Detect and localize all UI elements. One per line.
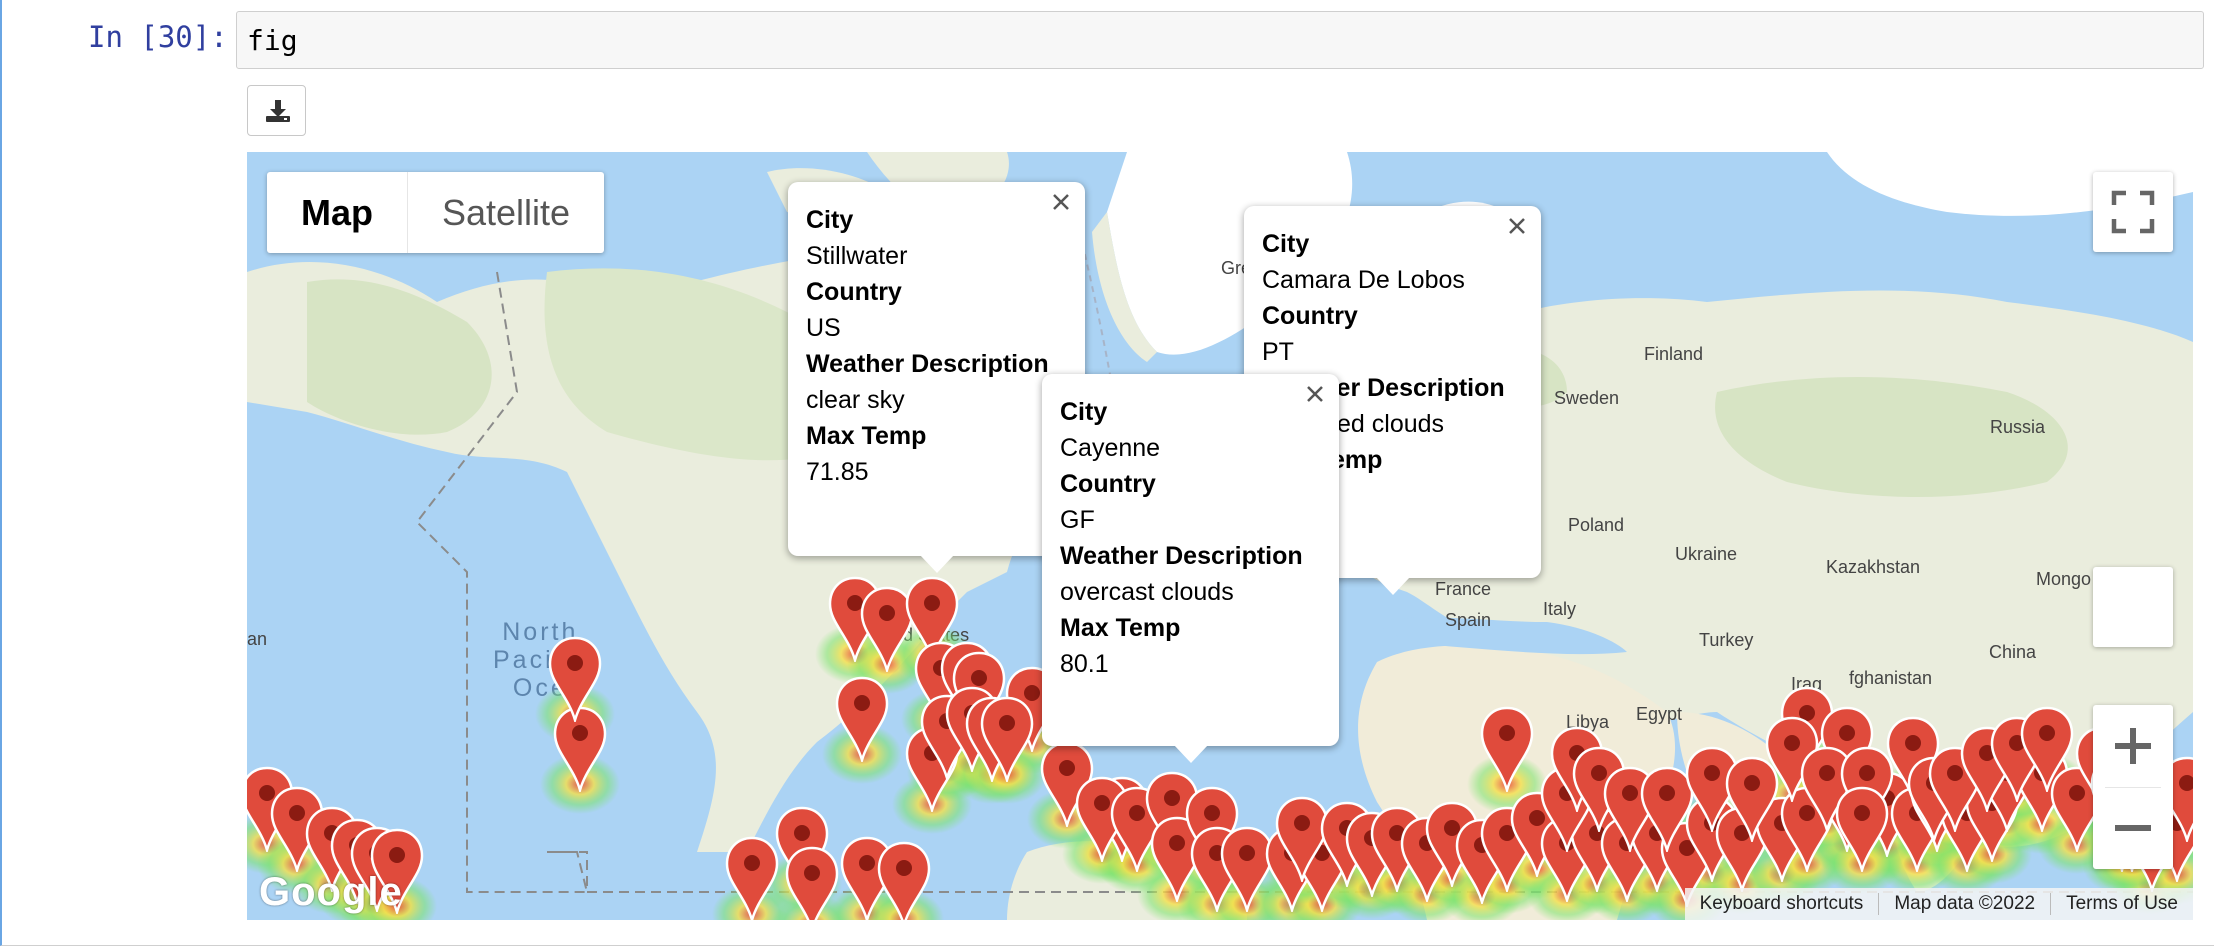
keyboard-shortcuts-link[interactable]: Keyboard shortcuts: [1685, 893, 1879, 915]
field-label: City: [1060, 398, 1108, 426]
field-value: US: [806, 314, 841, 342]
fullscreen-icon: [2111, 190, 2155, 234]
close-icon[interactable]: [1303, 382, 1327, 406]
code-input[interactable]: fig: [236, 11, 2204, 69]
close-icon[interactable]: [1505, 214, 1529, 238]
field-label: City: [806, 206, 854, 234]
terms-of-use-link[interactable]: Terms of Use: [2050, 893, 2193, 915]
google-logo: Google: [259, 870, 403, 914]
info-window-tail: [1375, 577, 1410, 595]
field-label: Country: [806, 278, 902, 306]
download-icon: [266, 100, 290, 122]
info-window-tail: [919, 555, 954, 573]
field-label: Max Temp: [1060, 614, 1181, 642]
plus-icon: [2115, 728, 2151, 764]
field-label: Max Temp: [806, 422, 927, 450]
close-icon[interactable]: [1049, 190, 1073, 214]
field-value: 80.1: [1060, 650, 1109, 678]
info-window-tail: [1173, 745, 1208, 763]
field-value: Camara De Lobos: [1262, 266, 1465, 294]
fullscreen-button[interactable]: [2093, 172, 2173, 252]
field-label: Country: [1060, 470, 1156, 498]
field-value: Cayenne: [1060, 434, 1161, 462]
field-value: overcast clouds: [1060, 578, 1234, 606]
field-label: Weather Description: [806, 350, 1049, 378]
minus-icon: [2115, 825, 2151, 831]
input-prompt: In [30]:: [88, 20, 228, 54]
field-value: Stillwater: [806, 242, 908, 270]
street-view-control[interactable]: [2093, 567, 2173, 647]
map-type-control: Map Satellite: [267, 172, 605, 253]
map-widget[interactable]: Finland Sweden Russia Poland Ukraine Kaz…: [247, 152, 2193, 920]
field-label: City: [1262, 230, 1310, 258]
map-type-satellite[interactable]: Satellite: [408, 172, 604, 253]
field-label: Country: [1262, 302, 1358, 330]
field-label: Weather Description: [1060, 542, 1303, 570]
map-data-credit: Map data ©2022: [1878, 893, 2050, 915]
zoom-out-button[interactable]: [2093, 787, 2173, 869]
field-value: GF: [1060, 506, 1095, 534]
zoom-in-button[interactable]: [2093, 705, 2173, 787]
attribution-bar: Keyboard shortcuts Map data ©2022 Terms …: [1684, 888, 2193, 920]
map-type-map[interactable]: Map: [267, 172, 408, 253]
info-window: City Stillwater Country US Weather Descr…: [788, 182, 1085, 573]
info-window: City Cayenne Country GF Weather Descript…: [1042, 374, 1339, 763]
field-value: clear sky: [806, 386, 905, 414]
notebook-cell: In [30]: fig Finland Sweden Russia Polan…: [0, 0, 2214, 946]
field-value: 71.85: [806, 458, 869, 486]
download-button[interactable]: [247, 85, 306, 136]
zoom-control: [2093, 705, 2173, 869]
field-value: PT: [1262, 338, 1294, 366]
